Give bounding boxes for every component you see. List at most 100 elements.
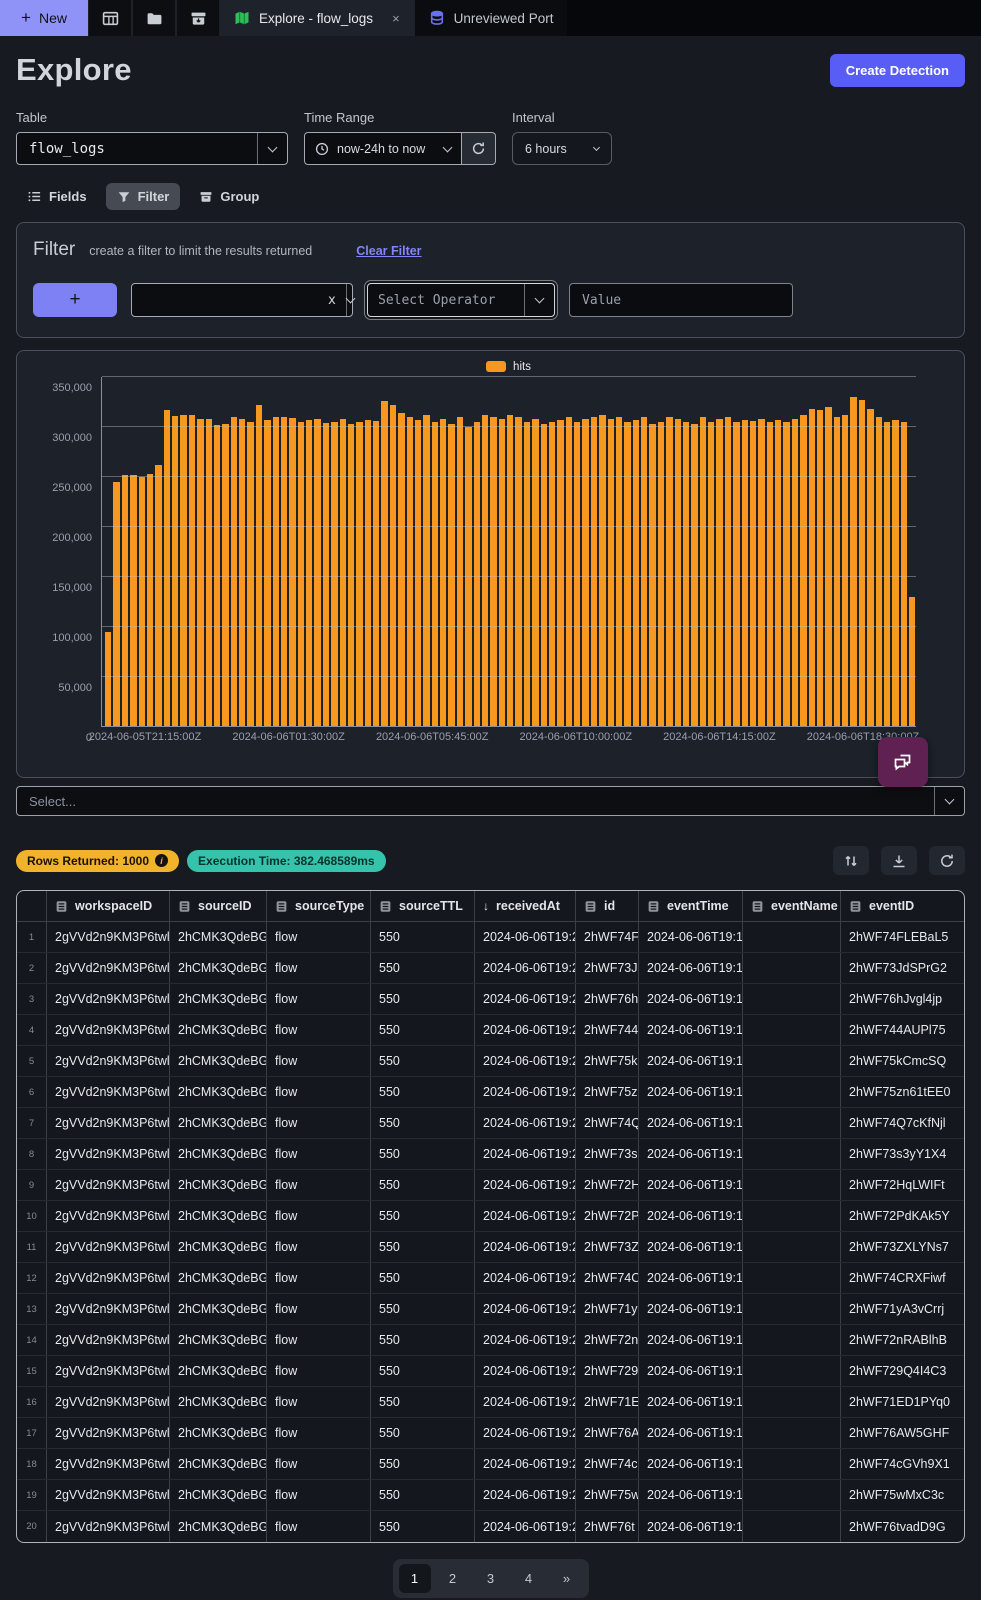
page-button-4[interactable]: 4 (513, 1564, 545, 1593)
column-header-receivedAt[interactable]: ↓receivedAt (475, 891, 576, 921)
create-detection-button[interactable]: Create Detection (830, 54, 965, 87)
filter-field-select[interactable]: x (131, 283, 353, 317)
refresh-results-button[interactable] (929, 846, 965, 875)
column-icon (849, 900, 862, 913)
next-pages-button[interactable]: » (551, 1564, 583, 1593)
chart-bar (532, 419, 538, 727)
table-cell: flow (267, 922, 371, 952)
table-cell: 2gVVd2n9KM3P6twl (47, 984, 170, 1014)
column-header-eventID[interactable]: eventID (841, 891, 964, 921)
chart-bar (909, 597, 915, 727)
table-cell: 2024-06-06T19:1 (639, 1480, 743, 1510)
table-row[interactable]: 122gVVd2n9KM3P6twl2hCMK3QdeBGflow5502024… (17, 1263, 964, 1294)
table-row[interactable]: 72gVVd2n9KM3P6twl2hCMK3QdeBGflow5502024-… (17, 1108, 964, 1139)
table-cell: 2024-06-06T19:2 (475, 1108, 576, 1138)
table-cell: 2024-06-06T19:2 (475, 1046, 576, 1076)
interval-select[interactable]: 6 hours (512, 132, 612, 165)
table-cell: 2024-06-06T19:1 (639, 1418, 743, 1448)
tab-explore-flow-logs[interactable]: Explore - flow_logs × (220, 0, 414, 36)
execution-time-badge: Execution Time: 382.468589ms (187, 850, 386, 872)
table-cell: 2024-06-06T19:1 (639, 1108, 743, 1138)
column-header-workspaceID[interactable]: workspaceID (47, 891, 170, 921)
column-header-eventTime[interactable]: eventTime (639, 891, 743, 921)
table-row[interactable]: 42gVVd2n9KM3P6twl2hCMK3QdeBGflow5502024-… (17, 1015, 964, 1046)
group-by-select[interactable]: Select... (16, 786, 965, 816)
page-button-3[interactable]: 3 (475, 1564, 507, 1593)
table-cell (743, 1387, 841, 1417)
feedback-button[interactable] (878, 737, 928, 787)
table-cell (743, 1480, 841, 1510)
clear-filter-link[interactable]: Clear Filter (356, 244, 421, 258)
column-header-sourceType[interactable]: sourceType (267, 891, 371, 921)
page-button-2[interactable]: 2 (437, 1564, 469, 1593)
table-select[interactable] (16, 132, 288, 165)
table-row[interactable]: 102gVVd2n9KM3P6twl2hCMK3QdeBGflow5502024… (17, 1201, 964, 1232)
table-row[interactable]: 162gVVd2n9KM3P6twl2hCMK3QdeBGflow5502024… (17, 1387, 964, 1418)
chart-bar (197, 419, 203, 727)
table-cell: 2024-06-06T19:2 (475, 1418, 576, 1448)
new-tab-button[interactable]: + New (0, 0, 88, 36)
table-cell: 550 (371, 1232, 475, 1262)
table-row[interactable]: 172gVVd2n9KM3P6twl2hCMK3QdeBGflow5502024… (17, 1418, 964, 1449)
filter-field-input[interactable] (132, 293, 318, 308)
table-row[interactable]: 132gVVd2n9KM3P6twl2hCMK3QdeBGflow5502024… (17, 1294, 964, 1325)
close-icon[interactable]: × (392, 11, 400, 26)
chart-bar (499, 419, 505, 727)
chevron-down-icon[interactable] (257, 133, 287, 164)
table-cell: 2hWF75k (576, 1046, 639, 1076)
filter-value-input[interactable] (569, 283, 793, 317)
sort-columns-button[interactable] (833, 846, 869, 875)
table-row[interactable]: 182gVVd2n9KM3P6twl2hCMK3QdeBGflow5502024… (17, 1449, 964, 1480)
table-row[interactable]: 92gVVd2n9KM3P6twl2hCMK3QdeBGflow5502024-… (17, 1170, 964, 1201)
table-cell: 2hWF75w (576, 1480, 639, 1510)
tables-button[interactable] (88, 0, 132, 36)
chart-bar (666, 417, 672, 727)
table-row[interactable]: 152gVVd2n9KM3P6twl2hCMK3QdeBGflow5502024… (17, 1356, 964, 1387)
clear-field-icon[interactable]: x (318, 293, 346, 308)
table-row[interactable]: 32gVVd2n9KM3P6twl2hCMK3QdeBGflow5502024-… (17, 984, 964, 1015)
time-range-label: Time Range (304, 110, 496, 125)
table-row[interactable]: 22gVVd2n9KM3P6twl2hCMK3QdeBGflow5502024-… (17, 953, 964, 984)
chevron-down-icon[interactable] (524, 284, 554, 316)
table-row[interactable]: 192gVVd2n9KM3P6twl2hCMK3QdeBGflow5502024… (17, 1480, 964, 1511)
column-header-eventName[interactable]: eventName (743, 891, 841, 921)
chevron-down-icon[interactable] (934, 787, 964, 815)
saved-queries-button[interactable] (132, 0, 176, 36)
chevron-down-icon[interactable] (346, 284, 354, 316)
tab-fields[interactable]: Fields (16, 183, 98, 210)
operator-select[interactable]: Select Operator (367, 283, 555, 317)
time-range-select[interactable]: now-24h to now (304, 132, 462, 165)
y-axis-tick-label: 0 (30, 732, 102, 744)
column-header-sourceID[interactable]: sourceID (170, 891, 267, 921)
column-header-sourceTTL[interactable]: sourceTTL (371, 891, 475, 921)
tab-group[interactable]: Group (188, 183, 270, 210)
table-row[interactable]: 52gVVd2n9KM3P6twl2hCMK3QdeBGflow5502024-… (17, 1046, 964, 1077)
folder-icon (146, 10, 163, 27)
chart-bar (867, 409, 873, 727)
table-select-value[interactable] (17, 141, 257, 157)
funnel-icon (117, 190, 131, 204)
table-cell: 550 (371, 922, 475, 952)
tab-unreviewed-port[interactable]: Unreviewed Port (414, 0, 568, 36)
column-header-id[interactable]: id (576, 891, 639, 921)
table-row[interactable]: 142gVVd2n9KM3P6twl2hCMK3QdeBGflow5502024… (17, 1325, 964, 1356)
refresh-query-button[interactable] (462, 132, 496, 165)
table-cell: 2hWF76t (576, 1511, 639, 1542)
table-row[interactable]: 202gVVd2n9KM3P6twl2hCMK3QdeBGflow5502024… (17, 1511, 964, 1542)
table-row[interactable]: 62gVVd2n9KM3P6twl2hCMK3QdeBGflow5502024-… (17, 1077, 964, 1108)
page-button-1[interactable]: 1 (399, 1564, 431, 1593)
table-row[interactable]: 82gVVd2n9KM3P6twl2hCMK3QdeBGflow5502024-… (17, 1139, 964, 1170)
table-row[interactable]: 12gVVd2n9KM3P6twl2hCMK3QdeBGflow5502024-… (17, 922, 964, 953)
row-number: 3 (17, 984, 47, 1014)
chart-bar (206, 419, 212, 727)
info-icon[interactable]: i (155, 854, 168, 867)
row-number: 7 (17, 1108, 47, 1138)
add-filter-button[interactable]: + (33, 283, 117, 317)
table-cell: 2hWF73ZXLYNs7 (841, 1232, 964, 1262)
column-header-label: sourceTTL (399, 899, 463, 913)
download-button[interactable] (881, 846, 917, 875)
table-row[interactable]: 112gVVd2n9KM3P6twl2hCMK3QdeBGflow5502024… (17, 1232, 964, 1263)
tab-filter[interactable]: Filter (106, 183, 181, 210)
archive-button[interactable] (176, 0, 220, 36)
interval-value: 6 hours (525, 142, 567, 156)
